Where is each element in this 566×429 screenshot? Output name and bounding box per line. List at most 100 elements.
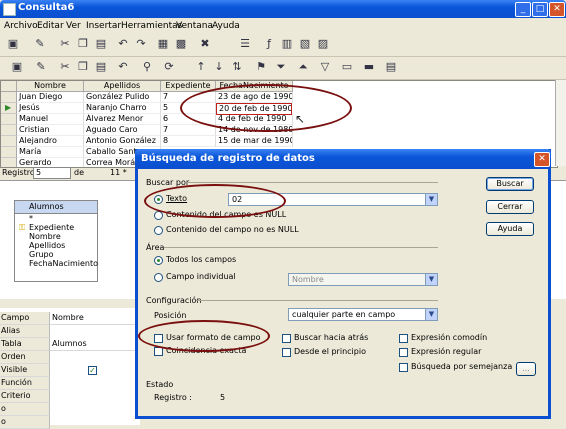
cut-icon[interactable]: ✂	[58, 37, 72, 51]
filter-icon[interactable]: ⏷	[274, 60, 288, 74]
cerrar-button[interactable]: Cerrar	[486, 200, 534, 214]
design-icon[interactable]: ▦	[156, 37, 170, 51]
menu-insertar[interactable]: Insertar	[86, 21, 121, 31]
refresh-icon[interactable]: ⟳	[162, 60, 176, 74]
edit-data-icon[interactable]: ✎	[34, 60, 48, 74]
desde-principio-checkbox[interactable]	[282, 348, 291, 357]
campo-value[interactable]: Nombre	[50, 312, 136, 325]
posicion-label: Posición	[154, 311, 187, 320]
table-cell[interactable]: Manuel	[17, 114, 84, 125]
sort-desc-icon[interactable]: ↓	[212, 60, 226, 74]
table-cell[interactable]: Naranjo Charro	[84, 103, 161, 114]
hacia-atras-checkbox[interactable]	[282, 334, 291, 343]
table-window-title[interactable]: Alumnos	[15, 201, 97, 214]
copy-icon[interactable]: ❐	[76, 37, 90, 51]
redo-icon[interactable]: ↷	[134, 37, 148, 51]
menu-herramientas[interactable]: Herramientas	[121, 21, 182, 31]
table-cell[interactable]: Aguado Caro	[84, 125, 161, 136]
paste-icon[interactable]: ▤	[94, 60, 108, 74]
remove-filter-icon[interactable]: ⏶	[296, 60, 310, 74]
sort-icon[interactable]: ⇅	[230, 60, 244, 74]
col-header-apellidos[interactable]: Apellidos	[84, 81, 161, 92]
campo-individual-select[interactable]: Nombre ▼	[288, 273, 438, 286]
table-cell[interactable]: Antonio González	[84, 136, 161, 147]
campo-individual-radio[interactable]	[154, 273, 163, 282]
ayuda-button[interactable]: Ayuda	[486, 222, 534, 236]
insert-record-icon[interactable]: ▭	[340, 60, 354, 74]
sort-asc-icon[interactable]: ↑	[194, 60, 208, 74]
field-item[interactable]: *	[15, 214, 97, 223]
field-item[interactable]: Apellidos	[15, 241, 97, 250]
tabla-value[interactable]: Alumnos	[50, 338, 136, 351]
regular-checkbox[interactable]	[399, 348, 408, 357]
delete-icon[interactable]: ✖	[198, 37, 212, 51]
undo-icon[interactable]: ↶	[116, 37, 130, 51]
delete-record-icon[interactable]: ▬	[362, 60, 376, 74]
field-item[interactable]: FechaNacimiento	[15, 259, 98, 268]
dialog-close-button[interactable]: ✕	[534, 152, 550, 167]
menu-ayuda[interactable]: Ayuda	[212, 21, 240, 31]
menu-editar[interactable]: Editar	[37, 21, 64, 31]
table-cell[interactable]: 8	[161, 136, 216, 147]
table-cell[interactable]: 15 de mar de 1990	[216, 136, 293, 147]
chevron-down-icon[interactable]: ▼	[425, 274, 437, 285]
undo-icon[interactable]: ↶	[116, 60, 130, 74]
save-record-icon[interactable]: ▣	[10, 60, 24, 74]
table-window-alumnos[interactable]: Alumnos * ⚿ Expediente Nombre Apellidos G…	[14, 200, 98, 282]
find-record-icon[interactable]: ⚲	[140, 60, 154, 74]
table-cell[interactable]: Álvarez Menor	[84, 114, 161, 125]
standard-filter-icon[interactable]: ▽	[318, 60, 332, 74]
row-header[interactable]	[1, 136, 17, 147]
comodin-checkbox[interactable]	[399, 334, 408, 343]
not-null-radio[interactable]	[154, 226, 163, 235]
table-cell[interactable]: María	[17, 147, 84, 158]
record-number-field[interactable]: 5	[33, 167, 71, 179]
table-cell[interactable]: Jesús	[17, 103, 84, 114]
table-cell[interactable]: Cristian	[17, 125, 84, 136]
row-label-funcion: Función	[0, 377, 50, 390]
row-header[interactable]	[1, 147, 17, 158]
menu-ventana[interactable]: Ventana	[176, 21, 213, 31]
table-cell[interactable]: Juan Diego	[17, 92, 84, 103]
save-icon[interactable]: ▣	[6, 37, 20, 51]
field-item[interactable]: ⚿ Expediente	[15, 223, 97, 232]
alias-icon[interactable]: ▧	[298, 37, 312, 51]
edit-icon[interactable]: ✎	[33, 37, 47, 51]
table-icon[interactable]: ☰	[238, 37, 252, 51]
field-item[interactable]: Nombre	[15, 232, 97, 241]
menu-archivo[interactable]: Archivo	[4, 21, 38, 31]
sql-icon[interactable]: ▩	[174, 37, 188, 51]
autofilter-icon[interactable]: ⚑	[254, 60, 268, 74]
current-row-indicator[interactable]: ▶	[1, 103, 17, 114]
row-header[interactable]	[1, 114, 17, 125]
maximize-button[interactable]: □	[532, 2, 548, 17]
todos-campos-radio[interactable]	[154, 256, 163, 265]
grid-vertical-scrollbar[interactable]	[555, 80, 566, 166]
row-header[interactable]	[1, 92, 17, 103]
table-cell[interactable]: 7	[161, 125, 216, 136]
semejanza-checkbox[interactable]	[399, 363, 408, 372]
posicion-select[interactable]: cualquier parte en campo ▼	[288, 308, 438, 321]
menu-ver[interactable]: Ver	[66, 21, 81, 31]
col-header-nombre[interactable]: Nombre	[17, 81, 84, 92]
distinct-icon[interactable]: ▨	[316, 37, 330, 51]
semejanza-options-button[interactable]: ...	[516, 362, 536, 376]
copy-icon[interactable]: ❐	[76, 60, 90, 74]
row-header[interactable]	[1, 125, 17, 136]
table-cell[interactable]: Alejandro	[17, 136, 84, 147]
paste-icon[interactable]: ▤	[94, 37, 108, 51]
table-cell[interactable]: González Pulido	[84, 92, 161, 103]
buscar-button[interactable]: Buscar	[486, 177, 534, 191]
chevron-down-icon[interactable]: ▼	[425, 309, 437, 320]
explorer-icon[interactable]: ▤	[384, 60, 398, 74]
desde-principio-label: Desde el principio	[294, 347, 366, 356]
field-item[interactable]: Grupo	[15, 250, 97, 259]
cut-icon[interactable]: ✂	[58, 60, 72, 74]
visible-checkbox[interactable]: ✓	[88, 366, 97, 375]
fieldname-icon[interactable]: ▥	[280, 37, 294, 51]
function-icon[interactable]: ƒ	[262, 37, 276, 51]
chevron-down-icon[interactable]: ▼	[425, 194, 437, 205]
configuracion-label: Configuración	[146, 296, 202, 305]
close-window-button[interactable]: ✕	[549, 2, 565, 17]
minimize-button[interactable]: _	[515, 2, 531, 17]
